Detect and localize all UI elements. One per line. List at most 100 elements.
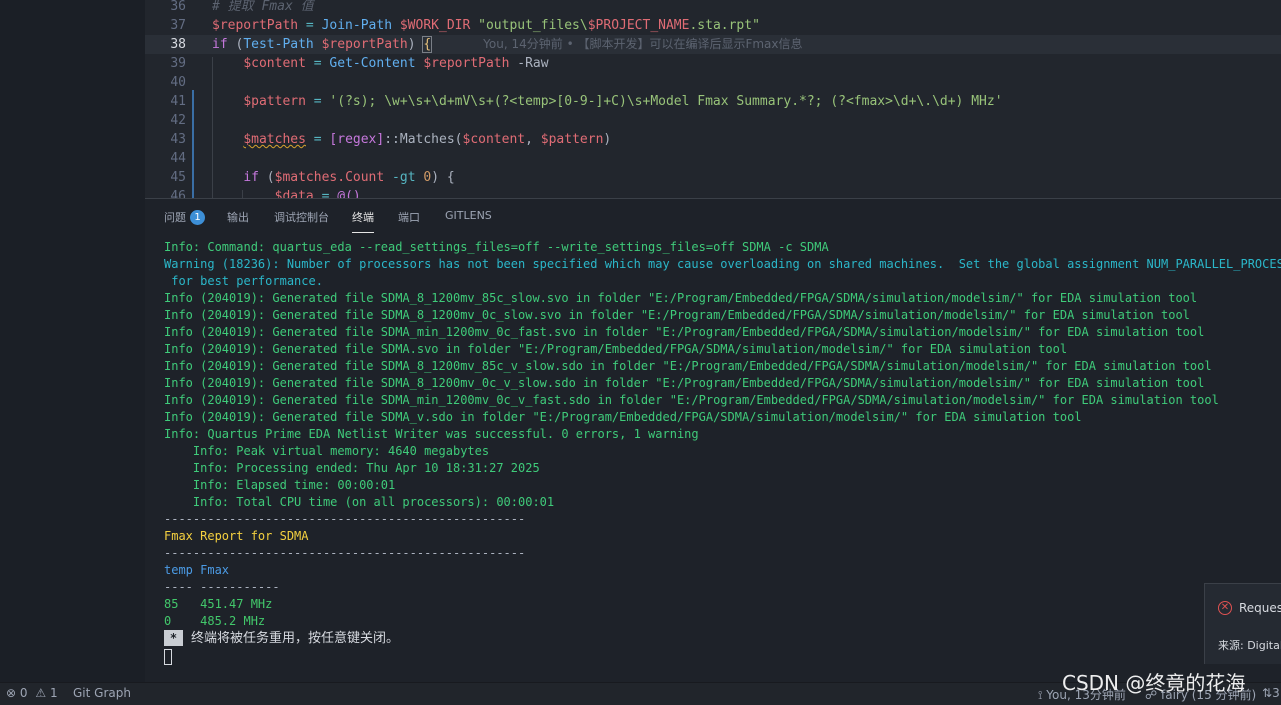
line-code: if ($matches.Count -gt 0) { [212, 168, 454, 187]
inline-git-blame: You, 14分钟前 • 【脚本开发】可以在编译后显示Fmax信息 [483, 37, 803, 51]
code-token: .Count [337, 170, 385, 185]
terminal-line: Info (204019): Generated file SDMA_min_1… [164, 325, 1205, 339]
warning-count: 1 [49, 686, 58, 700]
line-number: 38 [170, 37, 186, 52]
tab-label: 调试控制台 [274, 211, 329, 224]
line-code: # 提取 Fmax 值 [212, 0, 314, 16]
notification-title: Request [1239, 601, 1281, 615]
code-token: $reportPath [212, 18, 299, 33]
tab-problems[interactable]: 问题 1 [164, 209, 205, 225]
code-line[interactable]: 43 $matches = [regex]::Matches($content,… [145, 130, 1281, 149]
tab-gitlens[interactable]: GITLENS [445, 209, 492, 222]
line-number: 41 [170, 94, 186, 109]
terminal-line: Info (204019): Generated file SDMA.svo i… [164, 342, 1068, 356]
terminal-line: Info (204019): Generated file SDMA_v.sdo… [164, 410, 1082, 424]
code-token: if [212, 37, 228, 52]
error-icon: ⊗ [6, 686, 17, 700]
code-token: ) [603, 132, 612, 147]
terminal-line: Info: Peak virtual memory: 4640 megabyte… [164, 444, 490, 458]
code-token: = [305, 94, 330, 109]
terminal-line: for best performance. [164, 274, 323, 288]
code-token: Get-Content [329, 56, 416, 71]
task-reuse-message: * 终端将被任务重用，按任意键关闭。 [164, 629, 399, 647]
code-line[interactable]: 38 if (Test-Path $reportPath) {You, 14分钟前… [145, 35, 1281, 54]
line-number: 40 [170, 75, 186, 90]
terminal-line: 85 451.47 MHz [164, 597, 273, 611]
code-line[interactable]: 42 [145, 111, 1281, 130]
terminal-line: Info (204019): Generated file SDMA_8_120… [164, 376, 1205, 390]
code-token: if [243, 170, 259, 185]
git-commit-icon: ⟟ [1038, 688, 1043, 702]
code-token: $pattern [540, 132, 604, 147]
terminal-line: Info: Quartus Prime EDA Netlist Writer w… [164, 427, 699, 441]
code-token: "output_files\ [470, 18, 588, 33]
tab-label: 端口 [398, 211, 420, 224]
line-code: if (Test-Path $reportPath) {You, 14分钟前 •… [212, 35, 803, 54]
git-change-marker [192, 90, 194, 198]
terminal-line: ----------------------------------------… [164, 546, 526, 560]
code-token: = [305, 132, 330, 147]
code-token: $WORK_DIR [399, 18, 471, 33]
tab-label: 输出 [227, 211, 249, 224]
code-line[interactable]: 44 [145, 149, 1281, 168]
extra-count: 3 [1272, 686, 1280, 700]
task-star-icon: * [164, 630, 183, 646]
error-circle-icon: ✕ [1218, 601, 1232, 615]
tab-output[interactable]: 输出 [227, 209, 249, 225]
indent-guide [242, 190, 243, 198]
line-number: 45 [170, 170, 186, 185]
terminal-line: Info: Processing ended: Thu Apr 10 18:31… [164, 461, 540, 475]
code-token: = [305, 56, 330, 71]
code-line[interactable]: 39 $content = Get-Content $reportPath -R… [145, 54, 1281, 73]
code-token: = [298, 18, 322, 33]
code-token: [regex] [329, 132, 385, 147]
problems-status[interactable]: ⊗ 0 ⚠ 1 [6, 686, 58, 700]
code-token: 0 [423, 170, 432, 185]
code-token: $reportPath [423, 56, 510, 71]
code-token: @() [337, 189, 361, 198]
tab-debug-console[interactable]: 调试控制台 [274, 209, 329, 225]
line-number: 46 [170, 189, 186, 198]
error-count: 0 [19, 686, 28, 700]
active-tab-indicator [352, 232, 374, 233]
code-editor[interactable]: 36 # 提取 Fmax 值 37 $reportPath = Join-Path $… [145, 0, 1281, 198]
code-token: , [525, 132, 541, 147]
git-graph-button[interactable]: Git Graph [73, 686, 131, 700]
code-line[interactable]: 46 $data = @() [145, 187, 1281, 198]
line-number: 36 [170, 0, 186, 14]
error-notification[interactable]: ✕ Request 来源: Digital [1204, 583, 1281, 664]
code-token: { [422, 36, 433, 53]
code-token: -gt [384, 170, 424, 185]
code-token: ( [258, 170, 275, 185]
terminal-line: Info: Total CPU time (on all processors)… [164, 495, 555, 509]
problems-count-badge: 1 [190, 210, 205, 225]
line-number: 42 [170, 113, 186, 128]
code-line[interactable]: 45 if ($matches.Count -gt 0) { [145, 168, 1281, 187]
terminal-line: 0 485.2 MHz [164, 614, 266, 628]
tab-ports[interactable]: 端口 [398, 209, 420, 225]
code-token: $data [274, 189, 314, 198]
code-line[interactable]: 37 $reportPath = Join-Path $WORK_DIR "out… [145, 16, 1281, 35]
code-line[interactable]: 36 # 提取 Fmax 值 [145, 0, 1281, 16]
terminal-line: Info (204019): Generated file SDMA_8_120… [164, 308, 1190, 322]
code-token: ) [407, 37, 424, 52]
code-token: $reportPath [321, 37, 408, 52]
terminal-line: Info: Elapsed time: 00:00:01 [164, 478, 396, 492]
line-code: $data = @() [212, 187, 361, 198]
csdn-watermark: CSDN @终竟的花海 [1062, 671, 1246, 695]
line-code: $pattern = '(?s); \w+\s+\d+mV\s+(?<temp>… [212, 92, 1002, 111]
task-message-text: 终端将被任务重用，按任意键关闭。 [191, 631, 400, 646]
indent-guide [212, 57, 213, 198]
extra-status[interactable]: ⇅3 [1262, 686, 1280, 700]
terminal-cursor [164, 649, 172, 665]
tab-terminal[interactable]: 终端 [352, 209, 374, 233]
tab-label: 问题 [164, 211, 186, 224]
code-token: $content [462, 132, 526, 147]
code-line[interactable]: 40 [145, 73, 1281, 92]
code-line[interactable]: 41 $pattern = '(?s); \w+\s+\d+mV\s+(?<te… [145, 92, 1281, 111]
code-token: $content [243, 56, 306, 71]
